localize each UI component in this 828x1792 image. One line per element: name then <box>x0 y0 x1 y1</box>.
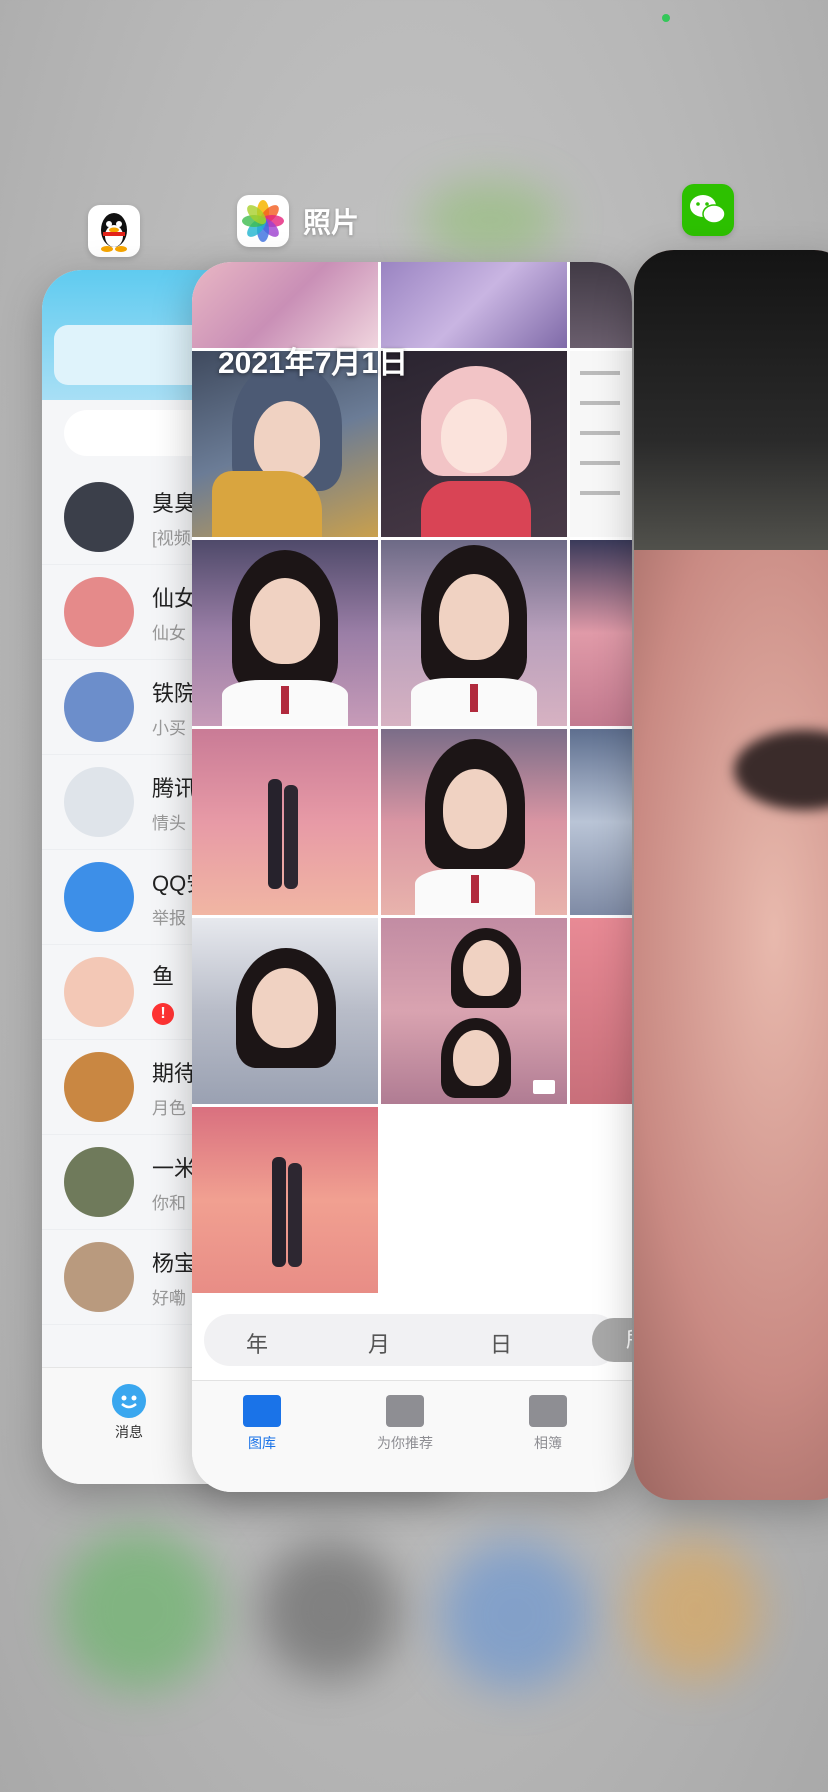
tab-albums[interactable]: 相簿 <box>498 1395 598 1453</box>
photo-thumbnail[interactable] <box>192 540 378 726</box>
wechat-icon <box>682 184 734 236</box>
segment-day[interactable]: 日 <box>490 1327 512 1359</box>
photo-library-icon <box>243 1395 281 1427</box>
avatar <box>64 862 134 932</box>
qq-penguin-icon <box>88 205 140 257</box>
photo-thumbnail[interactable] <box>381 351 567 537</box>
privacy-indicator-dot <box>662 14 670 22</box>
panorama-icon <box>533 1080 555 1094</box>
tab-library[interactable]: 图库 <box>212 1395 312 1453</box>
wechat-app-label[interactable] <box>682 184 734 236</box>
qq-app-label[interactable] <box>88 205 140 257</box>
blur-hint <box>260 1540 400 1680</box>
segment-year[interactable]: 年 <box>246 1327 268 1359</box>
avatar <box>64 672 134 742</box>
avatar <box>64 1147 134 1217</box>
tab-albums-label: 相簿 <box>534 1435 562 1451</box>
blur-hint <box>420 180 560 260</box>
photos-tab-bar: 图库 为你推荐 相簿 <box>192 1380 632 1492</box>
wechat-app-card[interactable] <box>634 250 828 1500</box>
qq-tab-messages[interactable]: 消息 <box>94 1384 164 1442</box>
photo-grid <box>192 262 632 1302</box>
segment-all[interactable]: 所 <box>592 1318 632 1362</box>
avatar <box>64 767 134 837</box>
photo-thumbnail[interactable] <box>381 540 567 726</box>
segment-month[interactable]: 月 <box>368 1327 390 1359</box>
qq-tab-label: 消息 <box>115 1424 143 1440</box>
blur-hint <box>440 1540 590 1690</box>
photos-flower-icon <box>237 195 289 247</box>
photo-thumbnail[interactable] <box>570 262 632 348</box>
avatar <box>64 577 134 647</box>
photo-thumbnail[interactable] <box>192 918 378 1104</box>
photo-thumbnail[interactable] <box>381 729 567 915</box>
photos-app-title: 照片 <box>303 207 360 238</box>
avatar <box>64 1052 134 1122</box>
tab-library-label: 图库 <box>248 1435 276 1451</box>
blur-hint <box>630 1540 760 1680</box>
albums-icon <box>529 1395 567 1427</box>
photos-app-label[interactable]: 照片 <box>237 195 359 247</box>
view-segmented-control: 年 月 日 所 <box>204 1314 632 1366</box>
avatar <box>64 482 134 552</box>
photo-thumbnail[interactable] <box>192 729 378 915</box>
photo-thumbnail[interactable] <box>381 918 567 1104</box>
blur-hint <box>60 1530 220 1690</box>
tab-for-you[interactable]: 为你推荐 <box>355 1395 455 1453</box>
unread-alert-badge: ! <box>152 1003 174 1025</box>
for-you-icon <box>386 1395 424 1427</box>
photos-app-card[interactable]: 2021年7月1日 年 月 日 所 图库 为你推荐 相簿 <box>192 262 632 1492</box>
photo-thumbnail[interactable] <box>381 262 567 348</box>
photo-thumbnail[interactable] <box>192 262 378 348</box>
avatar <box>64 957 134 1027</box>
tab-for-you-label: 为你推荐 <box>377 1435 433 1451</box>
photo-thumbnail[interactable] <box>570 729 632 915</box>
wechat-preview-blur <box>634 550 828 1500</box>
photo-thumbnail[interactable] <box>570 540 632 726</box>
photo-thumbnail[interactable] <box>570 918 632 1104</box>
photo-thumbnail[interactable] <box>570 351 632 537</box>
avatar <box>64 1242 134 1312</box>
message-smile-icon <box>112 1384 146 1418</box>
photo-thumbnail[interactable] <box>192 1107 378 1293</box>
date-header: 2021年7月1日 <box>218 347 409 380</box>
